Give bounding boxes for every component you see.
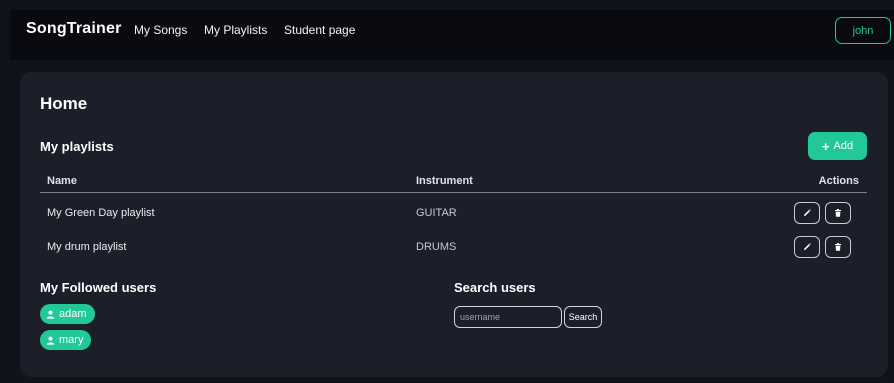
user-icon: [46, 310, 55, 319]
table-header-divider: [40, 192, 867, 193]
nav-my-songs[interactable]: My Songs: [134, 23, 187, 37]
table-row: My drum playlist DRUMS: [40, 231, 867, 265]
add-button-label: Add: [833, 140, 854, 152]
playlist-instrument: GUITAR: [416, 207, 457, 219]
nav-my-playlists[interactable]: My Playlists: [204, 23, 267, 37]
user-icon: [46, 336, 55, 345]
pencil-icon: [802, 242, 812, 252]
trash-icon: [833, 242, 843, 252]
column-header-instrument: Instrument: [416, 175, 473, 187]
plus-icon: +: [821, 138, 830, 154]
column-header-actions: Actions: [818, 175, 859, 187]
table-row: My Green Day playlist GUITAR: [40, 197, 867, 231]
page-title: Home: [40, 94, 88, 113]
playlist-name[interactable]: My drum playlist: [47, 241, 126, 253]
playlists-section-title: My playlists: [40, 139, 114, 154]
delete-playlist-button[interactable]: [825, 236, 851, 258]
delete-playlist-button[interactable]: [825, 202, 851, 224]
followed-users-title: My Followed users: [40, 280, 157, 295]
followed-user-name: adam: [59, 308, 87, 320]
edit-playlist-button[interactable]: [794, 202, 820, 224]
user-menu-button[interactable]: john: [835, 17, 891, 44]
edit-playlist-button[interactable]: [794, 236, 820, 258]
trash-icon: [833, 208, 843, 218]
username-search-input[interactable]: [454, 306, 562, 328]
home-card: Home My playlists + Add Name Instrument …: [20, 72, 888, 377]
followed-user-badge[interactable]: adam: [40, 304, 95, 324]
brand-logo[interactable]: SongTrainer: [26, 20, 122, 38]
nav-student-page[interactable]: Student page: [284, 23, 355, 37]
add-playlist-button[interactable]: + Add: [808, 132, 867, 160]
navbar: SongTrainer My Songs My Playlists Studen…: [10, 10, 894, 60]
search-button[interactable]: Search: [564, 306, 602, 328]
followed-user-badge[interactable]: mary: [40, 330, 92, 350]
playlist-name[interactable]: My Green Day playlist: [47, 207, 155, 219]
search-users-title: Search users: [454, 280, 536, 295]
pencil-icon: [802, 208, 812, 218]
followed-user-name: mary: [59, 334, 84, 346]
column-header-name: Name: [47, 175, 77, 187]
playlist-instrument: DRUMS: [416, 241, 457, 253]
